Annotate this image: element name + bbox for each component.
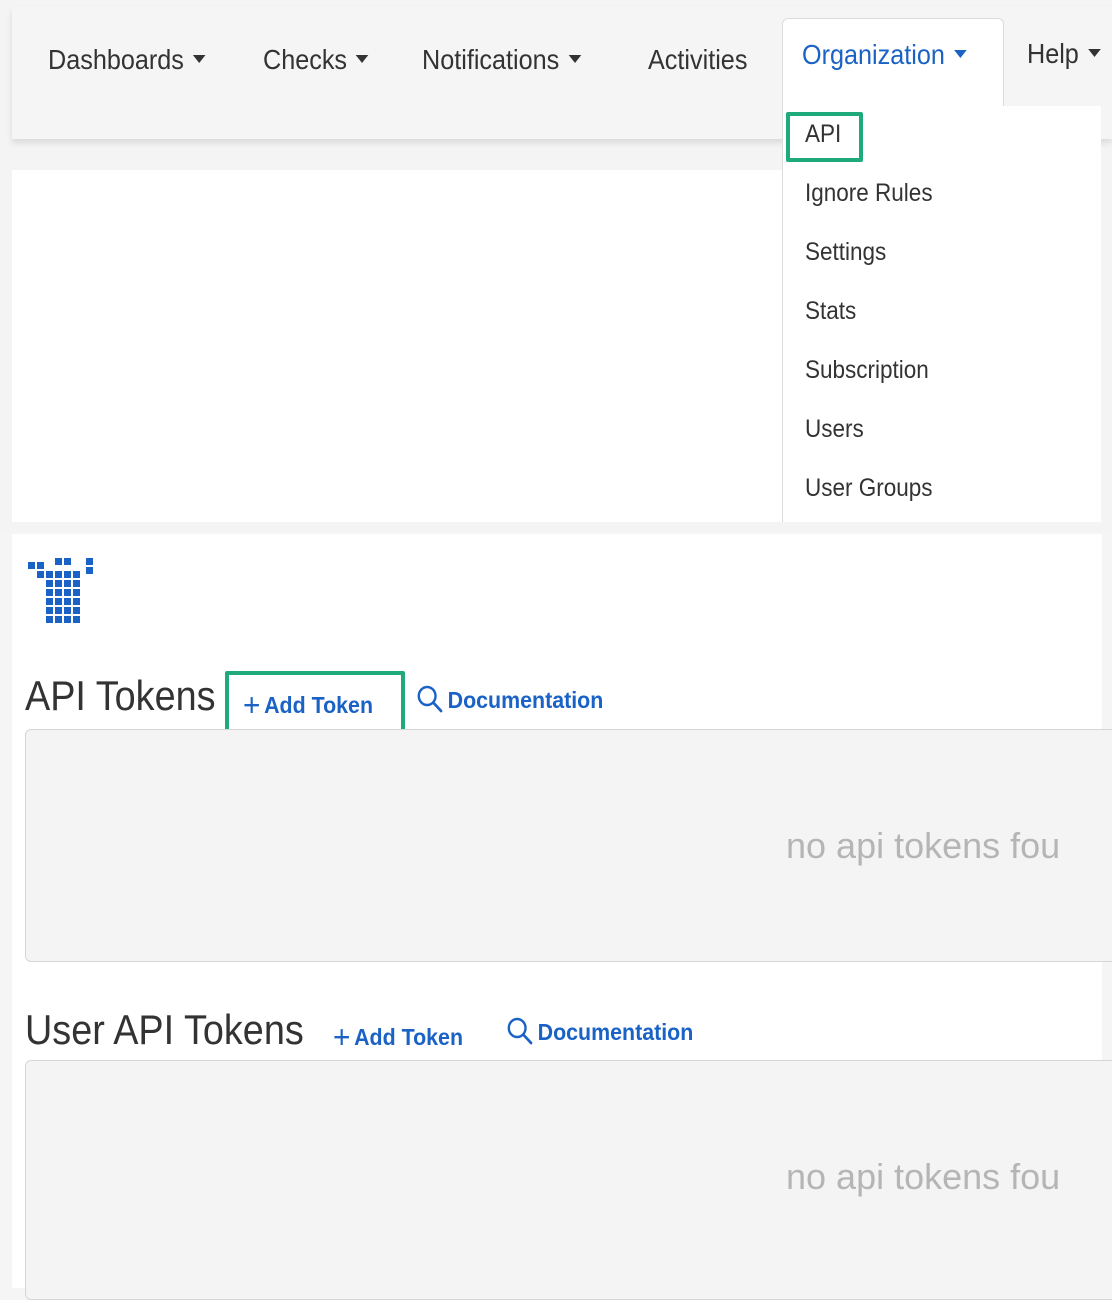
menu-item-users[interactable]: Users	[805, 415, 864, 444]
api-tokens-documentation-link[interactable]: Documentation	[416, 684, 603, 714]
nav-dashboards-label: Dashboards	[48, 44, 184, 75]
nav-notifications[interactable]: Notifications	[422, 44, 581, 76]
caret-down-icon	[953, 49, 967, 58]
caret-down-icon	[568, 54, 581, 63]
page-blank-area	[12, 170, 784, 522]
nav-dashboards[interactable]: Dashboards	[48, 44, 206, 76]
menu-item-user-groups[interactable]: User Groups	[805, 474, 933, 503]
api-highlight-box	[786, 112, 863, 162]
caret-down-icon	[192, 54, 206, 63]
add-token-label: Add Token	[354, 1024, 464, 1050]
documentation-label: Documentation	[537, 1019, 694, 1045]
caret-down-icon	[356, 54, 369, 63]
caret-down-icon	[1087, 48, 1101, 57]
logo-squares	[28, 558, 93, 623]
nav-help-label: Help	[1027, 38, 1079, 69]
nav-organization-label: Organization	[802, 39, 945, 70]
user-api-tokens-documentation-link[interactable]: Documentation	[506, 1016, 693, 1046]
top-panel: Dashboards Checks Notifications Activiti…	[0, 0, 1112, 532]
search-icon	[507, 1017, 533, 1045]
nav-activities[interactable]: Activities	[648, 44, 747, 76]
organization-dropdown-menu: API Ignore Rules Settings Stats Subscrip…	[782, 106, 1101, 522]
nav-checks[interactable]: Checks	[263, 44, 369, 76]
plus-icon: +	[333, 1019, 351, 1055]
menu-item-ignore-rules[interactable]: Ignore Rules	[805, 179, 933, 208]
menu-item-subscription[interactable]: Subscription	[805, 356, 929, 385]
nav-help[interactable]: Help	[1027, 38, 1101, 70]
menu-item-stats[interactable]: Stats	[805, 297, 856, 326]
nav-notifications-label: Notifications	[422, 44, 560, 75]
add-token-highlight-box	[225, 671, 405, 733]
nav-checks-label: Checks	[263, 44, 348, 75]
logo-icon	[28, 558, 93, 623]
nav-organization[interactable]: Organization	[802, 39, 967, 71]
documentation-label: Documentation	[447, 687, 604, 713]
add-user-api-token-button[interactable]: + Add Token	[333, 1016, 464, 1055]
menu-item-settings[interactable]: Settings	[805, 238, 886, 267]
nav-organization-tab[interactable]: Organization	[782, 18, 1004, 118]
user-api-tokens-empty-message: no api tokens fou	[786, 1156, 1061, 1197]
nav-activities-label: Activities	[648, 44, 748, 75]
user-api-tokens-title: User API Tokens	[25, 1006, 304, 1053]
api-tokens-empty-message: no api tokens fou	[786, 825, 1061, 866]
search-icon	[417, 685, 443, 713]
api-tokens-title: API Tokens	[25, 672, 216, 719]
